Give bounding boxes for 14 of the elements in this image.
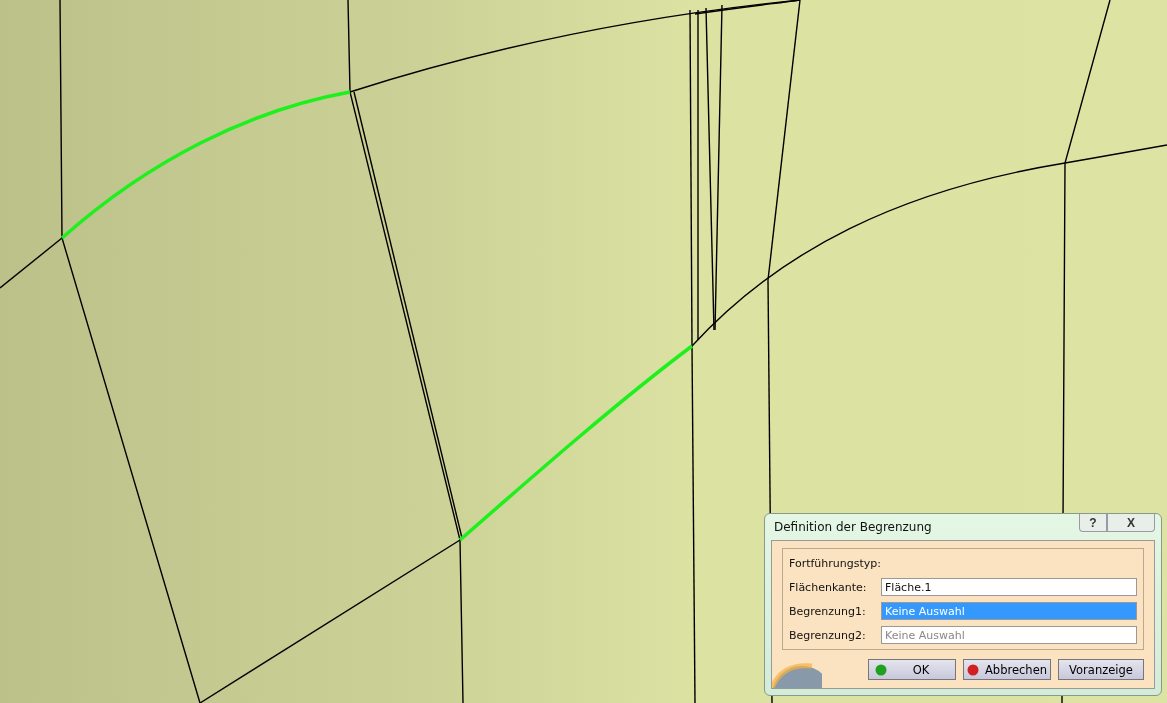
field-label: Begrenzung1: [789,604,867,618]
input-field[interactable]: Keine Auswahl [881,626,1137,644]
field-label: Flächenkante: [789,580,868,594]
field-label: Begrenzung2: [789,628,867,642]
status-dot-icon [875,663,887,676]
section-label: Fortführungstyp: [789,556,881,570]
dialog-button[interactable]: Voranzeige [1058,659,1144,680]
dialog-button[interactable]: OK [868,659,956,680]
status-dot-icon [967,663,979,676]
dialog-title: Definition der Begrenzung [773,520,932,534]
input-field[interactable]: Fläche.1 [881,578,1137,596]
dialog-button[interactable]: Abbrechen [963,659,1051,680]
close-button[interactable]: X [1107,514,1155,532]
help-button[interactable]: ? [1079,514,1107,532]
